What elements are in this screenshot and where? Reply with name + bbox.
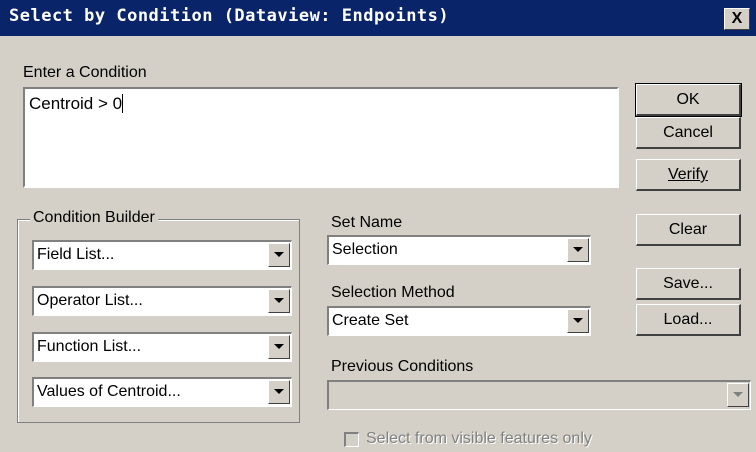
operator-list-dropdown[interactable]: Operator List... <box>32 286 292 316</box>
field-list-value: Field List... <box>37 246 115 263</box>
field-list-dropdown[interactable]: Field List... <box>32 240 292 270</box>
set-name-label: Set Name <box>331 214 403 231</box>
condition-input[interactable]: Centroid > 0 <box>23 87 619 188</box>
previous-conditions-label: Previous Conditions <box>331 358 474 375</box>
selection-method-value: Create Set <box>332 312 409 329</box>
chevron-down-icon[interactable] <box>567 238 589 262</box>
chevron-down-icon[interactable] <box>268 289 290 313</box>
condition-label: Enter a Condition <box>23 64 147 81</box>
condition-builder-label: Condition Builder <box>30 209 158 227</box>
previous-conditions-dropdown <box>327 380 751 410</box>
title-bar: Select by Condition (Dataview: Endpoints… <box>0 0 756 36</box>
load-label: Load... <box>663 311 713 328</box>
verify-label: Verify <box>667 166 708 183</box>
load-button[interactable]: Load... <box>636 304 741 336</box>
clear-button[interactable]: Clear <box>636 214 741 246</box>
chevron-down-icon[interactable] <box>268 335 290 359</box>
values-list-dropdown[interactable]: Values of Centroid... <box>32 377 292 407</box>
function-list-value: Function List... <box>37 338 142 355</box>
selection-method-dropdown[interactable]: Create Set <box>327 306 591 336</box>
text-caret <box>122 94 124 113</box>
selection-method-label: Selection Method <box>331 284 455 301</box>
verify-button[interactable]: Verify <box>636 159 741 191</box>
chevron-down-icon[interactable] <box>567 309 589 333</box>
chevron-down-icon <box>727 383 749 407</box>
save-button[interactable]: Save... <box>636 268 741 300</box>
chevron-down-icon[interactable] <box>268 380 290 404</box>
ok-label: OK <box>676 91 700 108</box>
operator-list-value: Operator List... <box>37 292 143 309</box>
cancel-button[interactable]: Cancel <box>636 117 741 149</box>
ok-button[interactable]: OK <box>635 83 742 117</box>
visible-only-label: Select from visible features only <box>366 430 592 447</box>
cancel-label: Cancel <box>663 124 713 141</box>
set-name-dropdown[interactable]: Selection <box>327 235 591 265</box>
window-title: Select by Condition (Dataview: Endpoints… <box>9 6 450 26</box>
chevron-down-icon[interactable] <box>268 243 290 267</box>
values-list-value: Values of Centroid... <box>37 383 181 400</box>
save-label: Save... <box>663 275 713 292</box>
close-icon: X <box>731 10 743 27</box>
function-list-dropdown[interactable]: Function List... <box>32 332 292 362</box>
set-name-value: Selection <box>332 241 398 258</box>
condition-text: Centroid > 0 <box>29 94 123 113</box>
clear-label: Clear <box>668 221 708 238</box>
visible-only-checkbox <box>344 432 359 447</box>
close-button[interactable]: X <box>724 8 750 30</box>
